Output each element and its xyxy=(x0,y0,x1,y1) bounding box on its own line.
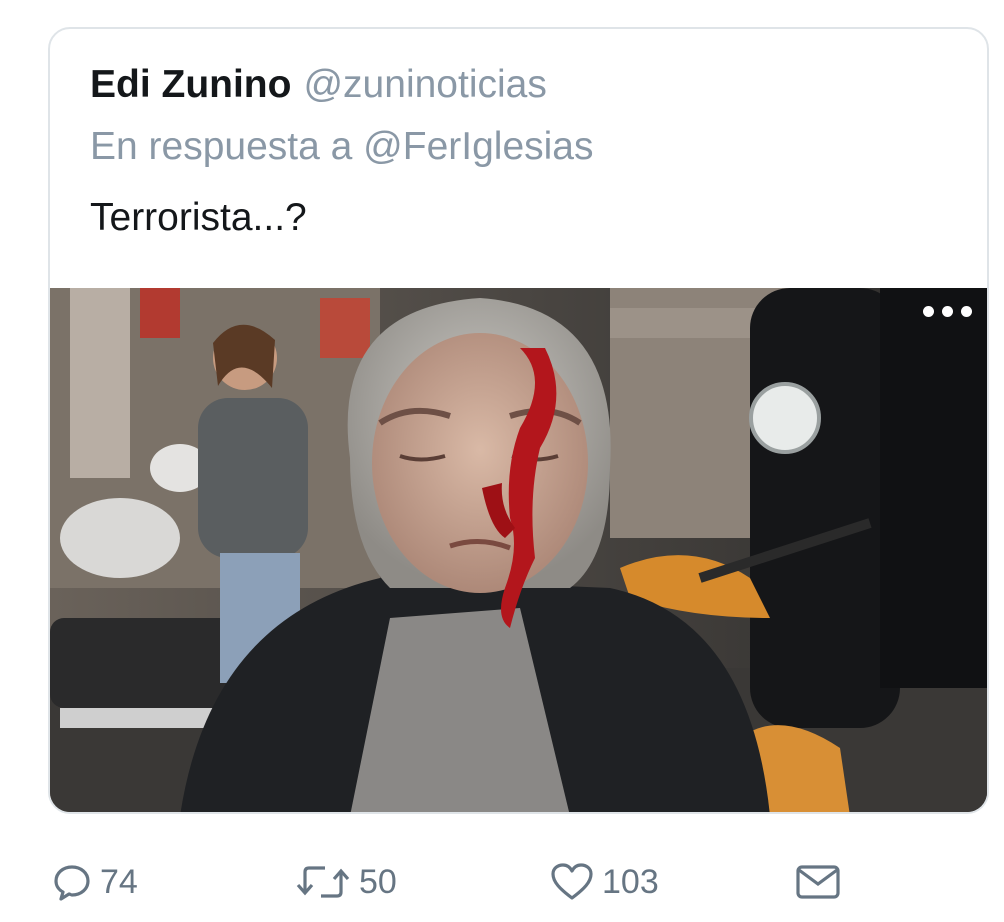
reply-count: 74 xyxy=(100,862,138,901)
retweet-button[interactable]: 50 xyxy=(295,852,397,912)
tweet-card[interactable]: Edi Zunino @zuninoticias En respuesta a @… xyxy=(48,27,989,814)
author-name[interactable]: Edi Zunino xyxy=(90,63,291,106)
like-button[interactable]: 103 xyxy=(550,852,659,912)
tweet-actions-bar: 74 50 103 xyxy=(0,852,1004,912)
envelope-icon xyxy=(796,865,840,899)
photo-illustration xyxy=(50,288,987,812)
more-options-button[interactable] xyxy=(917,302,977,320)
reply-context[interactable]: En respuesta a @FerIglesias xyxy=(90,125,594,169)
like-count: 103 xyxy=(602,862,659,901)
retweet-icon xyxy=(296,866,350,898)
ellipsis-dot xyxy=(941,305,953,317)
direct-message-button[interactable] xyxy=(795,852,841,912)
author-handle[interactable]: @zuninoticias xyxy=(303,63,546,106)
ellipsis-icon xyxy=(922,305,934,317)
reply-button[interactable]: 74 xyxy=(52,852,138,912)
tweet-text: Terrorista...? xyxy=(90,196,307,239)
ellipsis-dot xyxy=(960,305,972,317)
tweet-photo[interactable] xyxy=(50,288,987,812)
heart-icon xyxy=(551,863,593,900)
tweet-author[interactable]: Edi Zunino @zuninoticias xyxy=(90,63,547,107)
retweet-count: 50 xyxy=(359,862,397,901)
reply-icon xyxy=(54,865,90,901)
